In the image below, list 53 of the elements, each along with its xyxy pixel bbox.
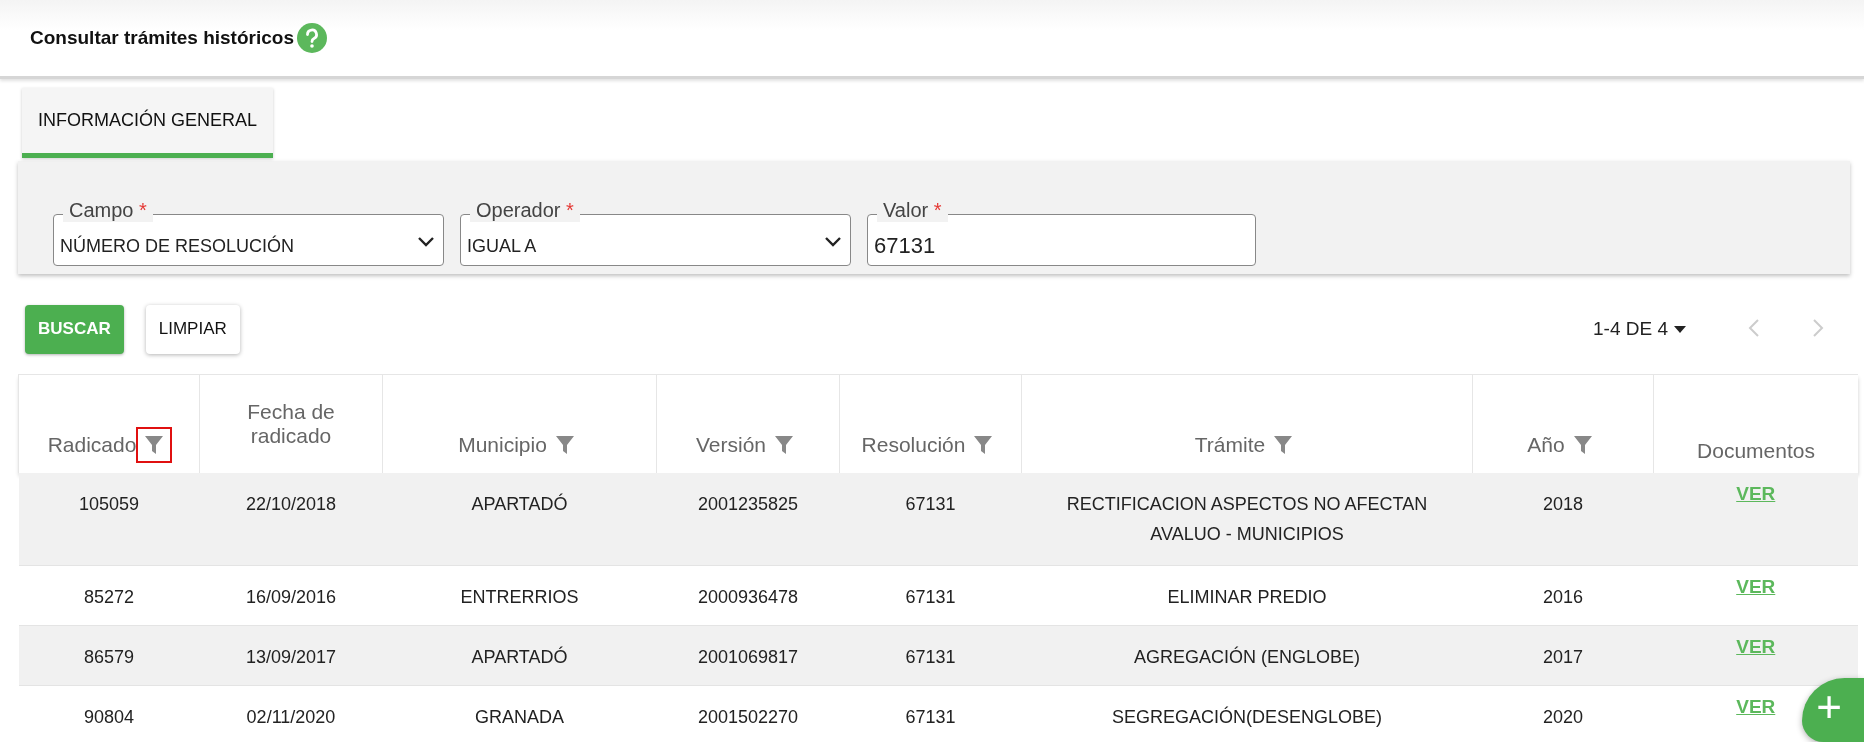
table-cell-text: 2001235825 <box>697 493 799 516</box>
table-cell-text: GRANADA <box>475 705 564 729</box>
table-cell-text: 2001502270 <box>697 705 799 729</box>
table-cell-text: APARTADÓ <box>471 492 568 516</box>
chevron-right-icon <box>1812 317 1824 338</box>
filter-icon <box>973 435 994 455</box>
table-cell-text: 02/11/2020 <box>246 705 336 729</box>
filter-icon <box>1273 435 1294 455</box>
table-cell-text: 2017 <box>1542 645 1583 669</box>
chevron-down-icon <box>417 236 435 248</box>
filter-icon <box>144 435 165 455</box>
column-header: Fecha de radicado <box>246 400 336 448</box>
column-header: Radicado <box>47 433 137 457</box>
column-header: Documentos <box>1697 439 1815 463</box>
column-header: Municipio <box>458 433 547 457</box>
help-icon <box>296 23 327 53</box>
table-cell-text: 67131 <box>905 705 956 729</box>
column-header: Año <box>1527 433 1565 457</box>
tab[interactable]: INFORMACIÓN GENERAL <box>22 88 274 158</box>
table-cell-text: 2016 <box>1542 585 1583 609</box>
table-cell-text: RECTIFICACION ASPECTOS NO AFECTAN AVALUO - MUNICIPIOS <box>1065 493 1429 546</box>
filter-icon <box>774 435 794 455</box>
filter-button[interactable] <box>138 429 171 461</box>
table-cell-text: 86579 <box>83 645 135 669</box>
table-cell-text: SEGREGACIÓN(DESENGLOBE) <box>1111 705 1383 729</box>
table-cell-text: APARTADÓ <box>471 645 568 669</box>
filter-icon <box>554 435 575 455</box>
table-cell-text: 105059 <box>78 493 140 516</box>
table-cell-text: 67131 <box>905 585 956 609</box>
table-cell-text: 2001069817 <box>697 645 799 669</box>
table-cell-text: ELIMINAR PREDIO <box>1167 585 1327 609</box>
table-cell-text: 2020 <box>1542 705 1583 729</box>
chevron-left-icon <box>1748 317 1760 338</box>
column-header: Trámite <box>1194 433 1266 457</box>
filter-icon <box>1572 435 1593 455</box>
table-cell-text: 2000936478 <box>697 585 799 609</box>
page-title: Consultar trámites históricos <box>30 27 294 49</box>
column-header: Versión <box>695 433 766 457</box>
column-header: Resolución <box>861 433 966 457</box>
table-cell-text: 67131 <box>905 645 956 669</box>
table-cell-text: 16/09/2016 <box>245 585 337 609</box>
clear-button[interactable]: LIMPIAR <box>145 304 240 354</box>
table-cell-text: 2018 <box>1542 493 1583 516</box>
table-cell-text: ENTRERRIOS <box>460 585 579 609</box>
chevron-down-icon <box>824 236 842 248</box>
caret-icon <box>1674 325 1686 333</box>
table-cell-text: 85272 <box>83 585 135 609</box>
page-range-dropdown[interactable]: 1-4 DE 4 <box>1593 318 1686 340</box>
table-cell-text: 13/09/2017 <box>245 645 337 669</box>
table-cell-text: 67131 <box>905 493 956 516</box>
table-cell-text: 90804 <box>83 705 135 729</box>
table-cell-text: AGREGACIÓN (ENGLOBE) <box>1133 645 1360 669</box>
table-cell-text: 22/10/2018 <box>245 493 337 516</box>
